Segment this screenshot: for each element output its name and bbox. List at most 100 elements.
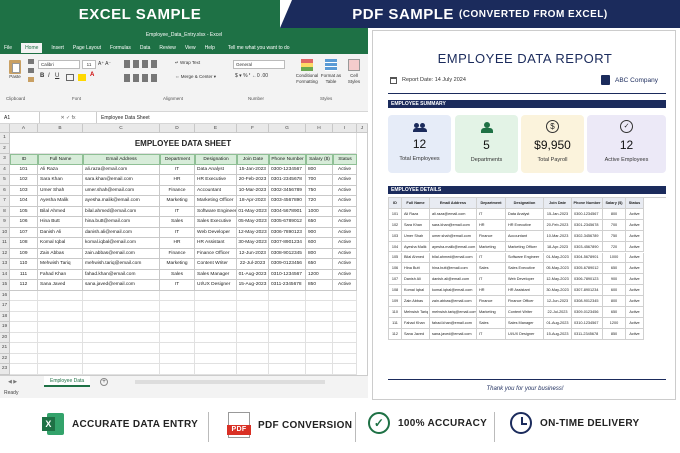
table-cell[interactable]: Sana Javed	[38, 280, 83, 291]
select-all-corner[interactable]	[0, 124, 10, 133]
empty-cell[interactable]	[333, 364, 357, 375]
table-cell[interactable]: Zain Abbas	[38, 248, 83, 259]
row-header[interactable]: 6	[0, 185, 10, 196]
table-cell[interactable]: 112	[10, 280, 38, 291]
ribbon-tab-data[interactable]: Data	[140, 45, 151, 51]
row-header[interactable]: 4	[0, 164, 10, 175]
row-header[interactable]: 13	[0, 259, 10, 270]
ribbon-tab-file[interactable]: File	[4, 45, 12, 51]
table-cell[interactable]: 900	[306, 227, 333, 238]
table-cell[interactable]: IT	[160, 280, 195, 291]
table-cell[interactable]: IT	[160, 206, 195, 217]
table-header-cell[interactable]: Full Name	[38, 154, 83, 165]
font-color-icon[interactable]: A	[90, 72, 94, 78]
table-cell[interactable]: 800	[306, 248, 333, 259]
table-cell[interactable]: Finance	[160, 185, 195, 196]
table-cell[interactable]: 30-May-2023	[237, 238, 269, 249]
empty-cell[interactable]	[269, 301, 306, 312]
row-header[interactable]: 9	[0, 217, 10, 228]
empty-cell[interactable]	[83, 332, 160, 343]
column-header[interactable]: I	[333, 124, 357, 133]
empty-cell[interactable]	[38, 311, 83, 322]
table-cell[interactable]: 20-Feb-2023	[237, 175, 269, 186]
align-top-icons[interactable]	[124, 60, 160, 68]
grow-font-icon[interactable]: A⁺ A⁻	[98, 61, 111, 67]
table-cell[interactable]: HR Executive	[195, 175, 237, 186]
table-header-cell[interactable]: Salary ($)	[306, 154, 333, 165]
table-cell[interactable]: IT	[160, 227, 195, 238]
empty-cell[interactable]	[38, 290, 83, 301]
empty-cell[interactable]	[38, 353, 83, 364]
paste-button[interactable]: Paste	[5, 60, 25, 79]
table-cell[interactable]: 0301-2345678	[269, 175, 306, 186]
table-cell[interactable]: 15-Jan-2023	[237, 164, 269, 175]
table-cell[interactable]: 12-Jun-2023	[237, 248, 269, 259]
empty-cell[interactable]	[333, 301, 357, 312]
table-cell[interactable]: 101	[10, 164, 38, 175]
table-cell[interactable]: 0308-9012345	[269, 248, 306, 259]
empty-cell[interactable]	[10, 364, 38, 375]
table-header-cell[interactable]: Phone Number	[269, 154, 306, 165]
table-cell[interactable]: 22-Jul-2023	[237, 259, 269, 270]
table-cell[interactable]: Active	[333, 185, 357, 196]
table-cell[interactable]: Danish Ali	[38, 227, 83, 238]
empty-cell[interactable]	[38, 332, 83, 343]
table-cell[interactable]: 108	[10, 238, 38, 249]
empty-cell[interactable]	[195, 343, 237, 354]
empty-cell[interactable]	[306, 322, 333, 333]
row-header[interactable]: 18	[0, 311, 10, 322]
empty-cell[interactable]	[195, 364, 237, 375]
table-cell[interactable]: Active	[333, 164, 357, 175]
table-cell[interactable]: sana.javed@email.com	[83, 280, 160, 291]
column-header[interactable]: D	[160, 124, 195, 133]
worksheet-grid[interactable]: A B C D E F G H I J 1 2 3 4 5 6 7 8 9 10 11 12 13 14 15 16 17 18 19 2…	[0, 124, 368, 385]
row-header[interactable]: 10	[0, 227, 10, 238]
table-cell[interactable]: Content Writer	[195, 259, 237, 270]
fill-color-icon[interactable]	[78, 74, 86, 81]
empty-cell[interactable]	[269, 311, 306, 322]
row-header[interactable]: 23	[0, 364, 10, 375]
merge-center-button[interactable]: ⇔ Merge & Center ▾	[175, 74, 216, 80]
empty-cell[interactable]	[237, 364, 269, 375]
copy-icon[interactable]	[28, 68, 34, 73]
table-header-cell[interactable]: Department	[160, 154, 195, 165]
ribbon-tab-help[interactable]: Help	[205, 45, 215, 51]
table-cell[interactable]: 109	[10, 248, 38, 259]
empty-cell[interactable]	[269, 332, 306, 343]
row-header[interactable]: 16	[0, 290, 10, 301]
table-cell[interactable]: 600	[306, 238, 333, 249]
table-cell[interactable]: 0304-5678901	[269, 206, 306, 217]
horizontal-scrollbar[interactable]	[135, 380, 325, 384]
table-cell[interactable]: 0306-7890123	[269, 227, 306, 238]
row-header[interactable]: 19	[0, 322, 10, 333]
empty-cell[interactable]	[333, 353, 357, 364]
empty-cell[interactable]	[195, 301, 237, 312]
table-cell[interactable]: Umer Shah	[38, 185, 83, 196]
row-header[interactable]: 2	[0, 143, 10, 154]
empty-cell[interactable]	[269, 364, 306, 375]
empty-cell[interactable]	[306, 332, 333, 343]
empty-cell[interactable]	[333, 332, 357, 343]
sheet-title-cell[interactable]: EMPLOYEE DATA SHEET	[10, 133, 357, 154]
number-format-icons[interactable]: $ ▾ % ❜ ←0 .00	[235, 73, 268, 79]
column-header[interactable]: J	[357, 124, 368, 133]
column-header[interactable]: A	[10, 124, 38, 133]
table-cell[interactable]: 05-May-2023	[237, 217, 269, 228]
sheet-tab-employee-data[interactable]: Employee Data	[44, 376, 91, 387]
row-header[interactable]: 1	[0, 133, 10, 144]
table-cell[interactable]: 1200	[306, 269, 333, 280]
empty-cell[interactable]	[160, 353, 195, 364]
column-header[interactable]: F	[237, 124, 269, 133]
empty-cell[interactable]	[83, 290, 160, 301]
table-cell[interactable]: Active	[333, 206, 357, 217]
table-cell[interactable]: ayesha.malik@email.com	[83, 196, 160, 207]
table-cell[interactable]: HR	[160, 175, 195, 186]
empty-cell[interactable]	[195, 311, 237, 322]
row-header[interactable]: 3	[0, 154, 10, 165]
ribbon-tab-review[interactable]: Review	[159, 45, 175, 51]
table-cell[interactable]: 110	[10, 259, 38, 270]
table-cell[interactable]: Komal Iqbal	[38, 238, 83, 249]
empty-cell[interactable]	[83, 364, 160, 375]
ribbon-tab-page-layout[interactable]: Page Layout	[73, 45, 101, 51]
table-cell[interactable]: Sales Manager	[195, 269, 237, 280]
